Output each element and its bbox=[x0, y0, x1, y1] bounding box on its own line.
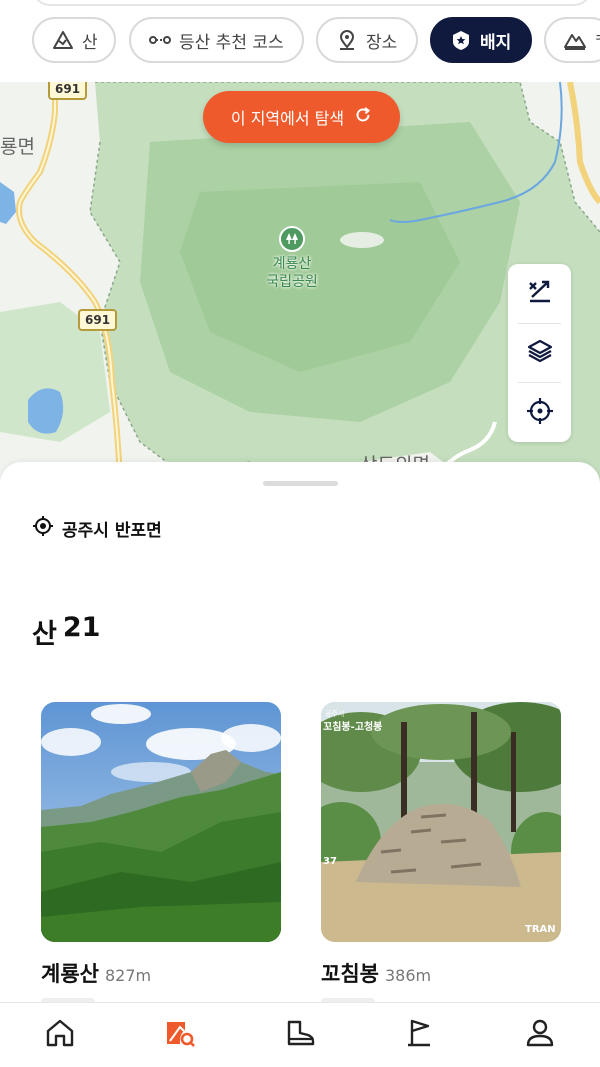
chip-mountain[interactable]: 산 bbox=[32, 17, 116, 63]
tree-icon bbox=[279, 226, 305, 252]
current-region: 공주시 반포면 bbox=[32, 515, 162, 542]
mountain-elevation: 386m bbox=[384, 966, 432, 985]
mountain-card[interactable]: 계룡산 827m bbox=[41, 702, 281, 1002]
bottom-tab-bar bbox=[0, 1002, 600, 1067]
section-title: 산 bbox=[32, 619, 57, 650]
current-location-icon bbox=[526, 397, 554, 429]
poi-name-line2: 국립공원 bbox=[266, 274, 318, 290]
results-bottom-sheet[interactable]: 공주시 반포면 산 21 계룡산 827m 공주시 꼬침봉-고청봉 37 TRA… bbox=[0, 462, 600, 1002]
card-title: 계룡산 827m bbox=[41, 958, 281, 988]
profile-icon bbox=[524, 1017, 556, 1053]
location-target-icon bbox=[32, 515, 54, 542]
chip-peaks[interactable]: ᄏ bbox=[544, 17, 600, 63]
photo-watermark: TRAN bbox=[525, 924, 556, 935]
chip-place[interactable]: 장소 bbox=[316, 17, 418, 63]
photo-caption-small: 공주시 bbox=[325, 710, 344, 718]
mountain-outline-icon bbox=[52, 29, 74, 51]
map-view[interactable]: 691 691 룡면 상도의면 계룡산 국립공원 이 지역에서 탐색 bbox=[0, 82, 600, 482]
mountain-photo bbox=[41, 702, 281, 942]
tab-home[interactable] bbox=[0, 1003, 120, 1067]
road-number-badge: 691 bbox=[48, 82, 88, 100]
poi-national-park[interactable]: 계룡산 국립공원 bbox=[257, 226, 327, 291]
tab-map-search[interactable] bbox=[120, 1003, 240, 1067]
poi-name: 계룡산 국립공원 bbox=[266, 255, 318, 291]
chip-badge[interactable]: 배지 bbox=[430, 17, 532, 63]
road-number: 691 bbox=[85, 313, 111, 327]
map-town-label: 룡면 bbox=[0, 136, 35, 158]
chip-course[interactable]: 등산 추천 코스 bbox=[129, 17, 304, 63]
current-location-button[interactable] bbox=[508, 383, 571, 442]
explore-button-label: 이 지역에서 탐색 bbox=[230, 109, 345, 128]
sheet-drag-handle[interactable] bbox=[263, 481, 338, 486]
hiking-trace-button[interactable] bbox=[508, 264, 571, 323]
road-number-badge: 691 bbox=[78, 309, 118, 331]
flag-icon bbox=[404, 1017, 436, 1053]
search-bar-edge[interactable] bbox=[32, 0, 592, 6]
home-icon bbox=[44, 1017, 76, 1053]
hiking-trace-icon bbox=[526, 277, 554, 309]
region-name: 공주시 반포면 bbox=[62, 521, 162, 541]
filter-chip-bar: 산 등산 추천 코스 장소 배지 ᄏ bbox=[0, 0, 600, 82]
badge-star-icon bbox=[450, 29, 472, 51]
map-controls-panel bbox=[508, 264, 571, 442]
tab-flag[interactable] bbox=[360, 1003, 480, 1067]
chip-label: 장소 bbox=[366, 32, 398, 53]
section-count: 21 bbox=[62, 612, 101, 643]
mountain-name: 계룡산 bbox=[41, 962, 99, 986]
section-heading: 산 21 bbox=[32, 612, 100, 651]
map-search-icon bbox=[164, 1017, 196, 1053]
chip-label: 등산 추천 코스 bbox=[179, 32, 284, 53]
layers-icon bbox=[526, 337, 554, 369]
layers-button[interactable] bbox=[508, 324, 571, 383]
location-pin-icon bbox=[336, 29, 358, 51]
mountain-peaks-icon bbox=[564, 29, 586, 51]
mountain-name: 꼬침봉 bbox=[321, 962, 379, 986]
tab-hiking[interactable] bbox=[240, 1003, 360, 1067]
photo-caption: 꼬침봉-고청봉 bbox=[323, 720, 382, 733]
tab-profile[interactable] bbox=[480, 1003, 600, 1067]
road-number: 691 bbox=[55, 82, 81, 96]
mountain-photo: 공주시 꼬침봉-고청봉 37 TRAN bbox=[321, 702, 561, 942]
boot-icon bbox=[284, 1017, 316, 1053]
chip-label: 배지 bbox=[480, 32, 512, 53]
explore-this-area-button[interactable]: 이 지역에서 탐색 bbox=[203, 91, 400, 143]
route-icon bbox=[149, 29, 171, 51]
chip-label: 산 bbox=[82, 32, 98, 53]
chip-label: ᄏ bbox=[594, 28, 600, 53]
refresh-icon bbox=[354, 106, 372, 128]
photo-side-number: 37 bbox=[323, 856, 337, 867]
card-title: 꼬침봉 386m bbox=[321, 958, 561, 988]
mountain-elevation: 827m bbox=[104, 966, 152, 985]
poi-name-line1: 계룡산 bbox=[272, 256, 312, 272]
mountain-card[interactable]: 공주시 꼬침봉-고청봉 37 TRAN 꼬침봉 386m bbox=[321, 702, 561, 1002]
